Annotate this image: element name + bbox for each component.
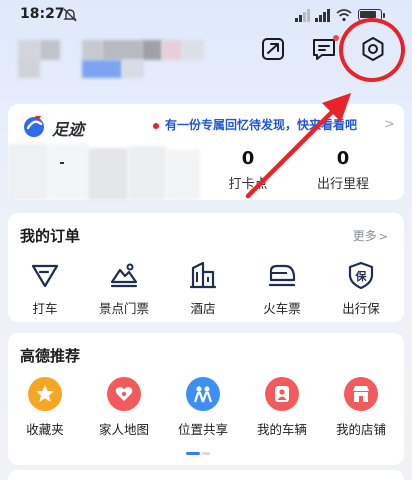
order-insurance-label: 出行保 [342, 301, 380, 316]
send-icon[interactable] [260, 36, 286, 62]
stat-mileage[interactable]: 0 出行里程 [308, 148, 378, 192]
rec-my-shop[interactable]: 我的店铺 [326, 377, 396, 438]
order-scenic-ticket-label: 景点门票 [98, 301, 149, 316]
orders-title: 我的订单 [20, 227, 81, 245]
notice-dot [153, 123, 159, 129]
shop-icon [344, 377, 378, 411]
rec-location-share[interactable]: 位置共享 [168, 377, 238, 438]
family-heart-icon [107, 377, 141, 411]
wifi-icon [336, 9, 352, 22]
recommend-title: 高德推荐 [20, 347, 81, 365]
order-insurance[interactable]: 保 出行保 [326, 260, 396, 317]
rec-my-shop-label: 我的店铺 [335, 422, 386, 437]
rec-favorites[interactable]: 收藏夹 [10, 377, 80, 438]
pager-dot [202, 452, 210, 455]
order-hotel[interactable]: 酒店 [168, 260, 238, 317]
rec-favorites-label: 收藏夹 [26, 422, 64, 437]
order-scenic-ticket[interactable]: 景点门票 [89, 260, 159, 317]
footprint-title: 足迹 [52, 120, 85, 139]
orders-more-label: 更多 [352, 229, 377, 243]
footprint-logo-icon [24, 116, 44, 137]
rec-my-vehicle-label: 我的车辆 [256, 422, 307, 437]
rec-my-vehicle[interactable]: 我的车辆 [247, 377, 317, 438]
footprint-card[interactable]: 足迹 有一份专属回忆待发现，快来看看吧 > 0 打卡点 0 出行里程 [8, 104, 404, 200]
signal-icon [315, 9, 330, 22]
order-taxi[interactable]: 打车 [10, 260, 80, 317]
scenic-ticket-icon [110, 263, 138, 288]
star-icon [28, 377, 62, 411]
signal-icon [295, 9, 310, 22]
order-train-label: 火车票 [263, 301, 301, 316]
hotel-icon [189, 261, 217, 289]
mute-bell-icon [63, 8, 77, 22]
pager-dot-active [186, 452, 200, 455]
unread-dot [333, 35, 339, 41]
annotation-circle [339, 18, 405, 82]
people-share-icon [186, 377, 220, 411]
recommend-card: 高德推荐 收藏夹 家人地图 位置共享 我的车辆 我的店铺 [8, 333, 404, 465]
footprint-placeholder-dash [60, 162, 64, 164]
rec-family-map[interactable]: 家人地图 [89, 377, 159, 438]
chevron-right-icon: > [378, 230, 388, 243]
stat-checkin-value: 0 [241, 148, 255, 169]
svg-text:保: 保 [355, 269, 368, 283]
chevron-right-icon: > [384, 117, 395, 132]
order-taxi-label: 打车 [32, 301, 58, 316]
rec-family-map-label: 家人地图 [98, 422, 149, 437]
next-card [8, 470, 404, 480]
status-time: 18:27 [20, 6, 65, 22]
orders-more-link[interactable]: 更多 > [353, 227, 388, 244]
footprint-banner[interactable]: 有一份专属回忆待发现，快来看看吧 [165, 116, 383, 133]
orders-card: 我的订单 更多 > 打车 景点门票 酒店 火车票 保 出行保 [8, 213, 404, 322]
rec-location-share-label: 位置共享 [177, 422, 228, 437]
train-icon [268, 264, 296, 287]
stat-checkin-label: 打卡点 [228, 177, 268, 192]
order-train[interactable]: 火车票 [247, 260, 317, 317]
order-hotel-label: 酒店 [190, 301, 216, 316]
insurance-icon: 保 [348, 261, 374, 290]
car-person-icon [265, 377, 299, 411]
stat-mileage-value: 0 [336, 148, 350, 169]
stat-checkin[interactable]: 0 打卡点 [213, 148, 283, 192]
taxi-icon [31, 264, 59, 288]
stat-mileage-label: 出行里程 [316, 177, 369, 192]
battery-level [360, 11, 376, 18]
